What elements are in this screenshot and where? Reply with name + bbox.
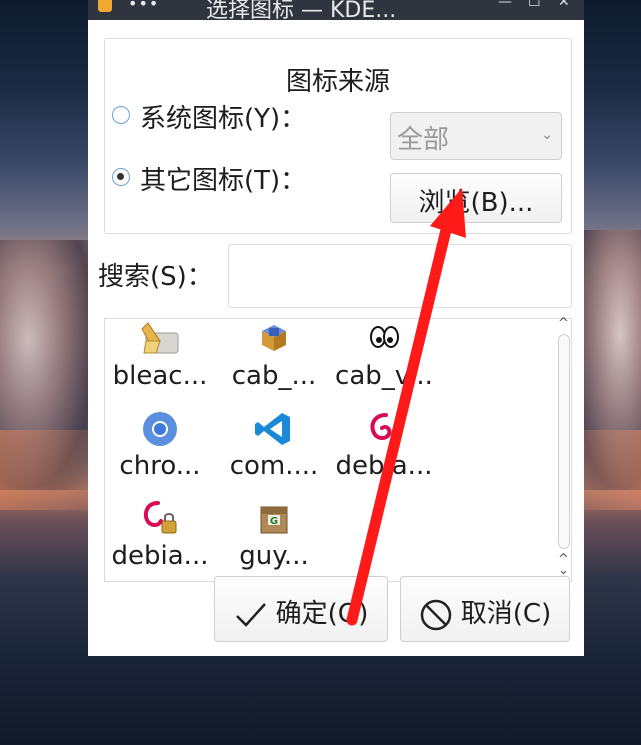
scroll-down-icon[interactable]: ^ ⌄: [558, 553, 569, 577]
system-icons-label[interactable]: 系统图标(Y)：: [140, 98, 306, 135]
icon-label: debia...: [335, 451, 433, 481]
browse-button-label: 浏览(B)...: [418, 188, 534, 218]
chevron-down-icon: ⌄: [541, 127, 553, 143]
list-item[interactable]: cab_v...: [329, 319, 439, 391]
svg-text:G: G: [270, 516, 278, 527]
window-titlebar[interactable]: ••• 选择图标 — KDE... — ☐ ✕: [88, 0, 584, 23]
system-icons-radio[interactable]: [112, 106, 130, 124]
cancel-button[interactable]: 取消(C): [400, 576, 570, 642]
vscode-icon: [252, 409, 296, 449]
icon-group-select-value: 全部: [397, 125, 450, 155]
icon-label: cab_v...: [335, 361, 433, 391]
chromium-icon: [138, 409, 182, 449]
window-menu-icon[interactable]: •••: [128, 0, 159, 13]
maximize-icon[interactable]: ☐: [528, 0, 541, 10]
list-item[interactable]: cab_...: [219, 319, 329, 391]
ok-button[interactable]: 确定(O): [214, 576, 388, 642]
other-icons-label[interactable]: 其它图标(T)：: [140, 160, 306, 197]
icon-label: debia...: [111, 541, 209, 571]
vertical-scrollbar[interactable]: [558, 334, 570, 549]
icon-label: com....: [229, 451, 319, 481]
list-item[interactable]: bleac...: [105, 319, 215, 391]
list-item[interactable]: debia...: [329, 409, 439, 481]
icon-label: chro...: [119, 451, 201, 481]
list-item[interactable]: chro...: [105, 409, 215, 481]
icon-group-select[interactable]: 全部 ⌄: [390, 112, 562, 160]
other-icons-radio[interactable]: [112, 168, 130, 186]
list-item[interactable]: G guy...: [219, 499, 329, 571]
bleachbit-broom-icon: [138, 319, 182, 359]
scroll-up-icon[interactable]: ^: [558, 316, 569, 331]
group-title: 图标来源: [285, 67, 390, 97]
cancel-icon: [420, 599, 452, 630]
search-input[interactable]: [228, 244, 572, 308]
cab-view-eyes-icon: [362, 319, 406, 359]
close-icon[interactable]: ✕: [558, 0, 570, 10]
list-item[interactable]: com....: [219, 409, 329, 481]
debian-lock-icon: [138, 499, 182, 539]
cab-box-icon: [252, 319, 296, 359]
search-label: 搜索(S)：: [98, 262, 213, 292]
guymager-box-icon: G: [252, 499, 296, 539]
icon-chooser-dialog: 图标来源 系统图标(Y)： 全部 ⌄ 其它图标(T)： 浏览(B)... 搜索(…: [88, 20, 584, 656]
minimize-icon[interactable]: —: [498, 0, 512, 10]
icon-label: guy...: [239, 541, 309, 571]
app-icon: [98, 0, 112, 12]
ok-button-label: 确定(O): [275, 599, 369, 629]
check-icon: [235, 602, 266, 627]
cancel-button-label: 取消(C): [460, 599, 552, 629]
browse-button[interactable]: 浏览(B)...: [390, 173, 562, 223]
list-item[interactable]: debia...: [105, 499, 215, 571]
icon-label: cab_...: [231, 361, 317, 391]
icon-label: bleac...: [112, 361, 208, 391]
icon-list[interactable]: bleac... cab_... cab_v... chro... com...…: [104, 318, 572, 582]
debian-swirl-icon: [362, 409, 406, 449]
